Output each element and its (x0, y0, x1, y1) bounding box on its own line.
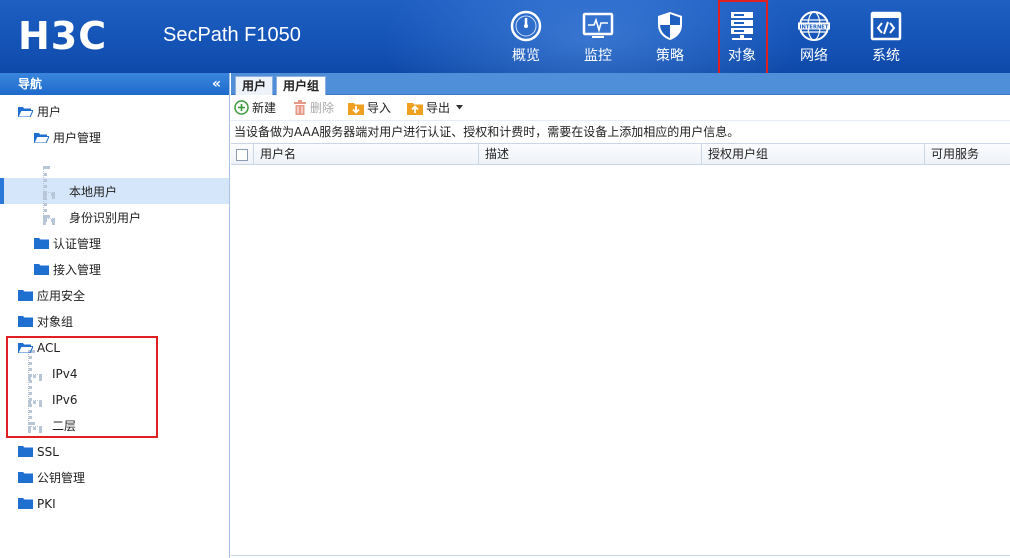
column-username[interactable]: 用户名 (253, 144, 478, 165)
tree-label: 接入管理 (53, 263, 102, 277)
select-all-checkbox[interactable] (236, 149, 248, 161)
tree-label: 公钥管理 (37, 471, 86, 485)
column-available-services[interactable]: 可用服务 (924, 144, 1010, 165)
tree-item-app-security[interactable]: 应用安全 (18, 283, 85, 309)
gauge-icon (510, 10, 542, 42)
nav-system-label: 系统 (872, 48, 900, 64)
acl-group-highlight (6, 336, 158, 438)
folder-icon (18, 446, 33, 457)
globe-text: INTERNET (800, 24, 829, 30)
delete-button[interactable]: 删除 (293, 99, 334, 117)
folder-icon (34, 264, 49, 275)
folder-icon (34, 238, 49, 249)
nav-network-label: 网络 (800, 48, 828, 64)
tree-item-pki[interactable]: PKI (18, 491, 56, 517)
folder-open-icon (18, 107, 33, 117)
tab-users[interactable]: 用户 (235, 76, 274, 95)
nav-network[interactable]: INTERNET 网络 (778, 0, 850, 73)
h3c-logo: H3C (18, 14, 108, 58)
nav-policy-label: 策略 (656, 48, 684, 64)
import-label: 导入 (367, 101, 392, 115)
nav-monitor[interactable]: 监控 (562, 0, 634, 73)
tree-item-user-management[interactable]: 用户管理 (34, 125, 101, 151)
tab-bar: 用户 用户组 (231, 73, 1010, 95)
sidebar-title: 导航 (18, 77, 43, 91)
tree-item-pki-management[interactable]: 公钥管理 (18, 465, 85, 491)
tree-label: 用户 (37, 105, 62, 119)
shield-icon (658, 12, 682, 40)
tree-item-access-management[interactable]: 接入管理 (34, 257, 101, 283)
grid-bottom-border (231, 555, 1010, 556)
selected-row-indicator (0, 178, 4, 204)
tree-item-auth-management[interactable]: 认证管理 (34, 231, 101, 257)
monitor-icon (582, 12, 614, 38)
tree-label: 用户管理 (53, 131, 102, 145)
tree-label: 本地用户 (69, 185, 118, 199)
internet-globe-icon: INTERNET (798, 11, 830, 41)
folder-icon (18, 316, 33, 327)
add-icon (234, 100, 249, 115)
column-auth-user-group[interactable]: 授权用户组 (701, 144, 924, 165)
product-name: SecPath F1050 (163, 24, 301, 46)
tree-label: 认证管理 (53, 237, 102, 251)
tree-item-object-group[interactable]: 对象组 (18, 309, 73, 335)
import-icon (348, 102, 364, 115)
nav-monitor-label: 监控 (584, 48, 612, 64)
export-button[interactable]: 导出 (407, 99, 466, 117)
tab-user-groups[interactable]: 用户组 (276, 76, 327, 95)
tree-item-users[interactable]: 用户 (18, 99, 61, 125)
trash-icon (294, 100, 306, 115)
sidebar-header: 导航 « (0, 73, 229, 95)
tree-item-ssl[interactable]: SSL (18, 439, 59, 465)
top-nav: 概览 监控 策略 对象 INTERNET 网络 系统 (490, 0, 922, 73)
object-nav-highlight (718, 0, 768, 73)
tree-label: PKI (37, 497, 56, 511)
folder-icon (18, 498, 33, 509)
collapse-sidebar-icon[interactable]: « (212, 73, 221, 95)
tree-label: 身份识别用户 (69, 211, 142, 225)
tree-item-local-user[interactable]: 本地用户 (69, 179, 117, 205)
tree-label: 应用安全 (37, 289, 86, 303)
export-icon (407, 102, 423, 115)
table-header: 用户名 描述 授权用户组 可用服务 (231, 143, 1010, 165)
new-button[interactable]: 新建 (234, 99, 276, 117)
folder-icon (18, 290, 33, 301)
info-text: 当设备做为AAA服务器端对用户进行认证、授权和计费时，需要在设备上添加相应的用户… (234, 125, 740, 139)
caret-down-icon (455, 105, 463, 110)
nav-policy[interactable]: 策略 (634, 0, 706, 73)
nav-system[interactable]: 系统 (850, 0, 922, 73)
tree-label: SSL (37, 445, 59, 459)
navigation-sidebar: 导航 « 用户 用户管理 本地用户 身份识别用户 认证管理 接入管理 应用安全 … (0, 73, 230, 558)
top-header: H3C SecPath F1050 概览 监控 策略 对象 INTERNET 网… (0, 0, 1010, 73)
nav-overview[interactable]: 概览 (490, 0, 562, 73)
nav-overview-label: 概览 (512, 48, 540, 64)
column-description[interactable]: 描述 (478, 144, 701, 165)
export-label: 导出 (426, 101, 451, 115)
folder-open-icon (34, 133, 49, 143)
toolbar: 新建 删除 导入 导出 (231, 95, 1010, 121)
delete-label: 删除 (310, 101, 335, 115)
tree-label: 对象组 (37, 315, 74, 329)
main-content: 用户 用户组 新建 删除 导入 导出 当设备做为AAA服务器端对用户进行认证、授… (231, 73, 1010, 558)
new-label: 新建 (252, 101, 277, 115)
code-window-icon (870, 11, 902, 41)
import-button[interactable]: 导入 (348, 99, 391, 117)
tree-item-identity-user[interactable]: 身份识别用户 (69, 205, 141, 231)
folder-icon (18, 472, 33, 483)
